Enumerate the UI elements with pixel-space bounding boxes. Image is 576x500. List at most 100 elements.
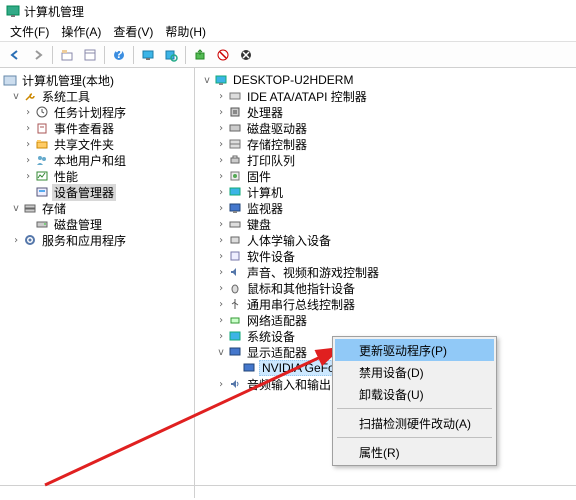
showhide-icon[interactable] (79, 44, 101, 66)
mouse-icon (227, 280, 243, 296)
cm-uninstall-device[interactable]: 卸载设备(U) (335, 383, 494, 405)
menu-help[interactable]: 帮助(H) (159, 21, 212, 42)
tree-services[interactable]: ›服务和应用程序 (2, 232, 192, 248)
tree-root[interactable]: 计算机管理(本地) (2, 72, 192, 88)
computer-icon (213, 72, 229, 88)
cm-update-driver[interactable]: 更新驱动程序(P) (335, 339, 494, 361)
uninstall-icon[interactable] (235, 44, 257, 66)
cm-properties[interactable]: 属性(R) (335, 441, 494, 463)
expand-icon[interactable]: › (215, 283, 227, 294)
sound-icon (227, 264, 243, 280)
tree-event-viewer[interactable]: ›事件查看器 (2, 120, 192, 136)
disabled-icon[interactable] (212, 44, 234, 66)
device-mouse[interactable]: ›鼠标和其他指针设备 (197, 280, 574, 296)
device-mgr-icon (34, 184, 50, 200)
expand-icon[interactable]: › (22, 171, 34, 182)
tree-device-manager[interactable]: 设备管理器 (2, 184, 192, 200)
console-tree[interactable]: 计算机管理(本地) v系统工具 ›任务计划程序 ›事件查看器 ›共享文件夹 ›本… (0, 68, 194, 252)
device-network[interactable]: ›网络适配器 (197, 312, 574, 328)
menu-file[interactable]: 文件(F) (4, 21, 55, 42)
separator (104, 46, 105, 64)
device-host[interactable]: vDESKTOP-U2HDERM (197, 72, 574, 88)
expand-icon[interactable]: › (215, 107, 227, 118)
collapse-icon[interactable]: v (201, 75, 213, 86)
expand-icon[interactable]: › (22, 123, 34, 134)
device-hid[interactable]: ›人体学输入设备 (197, 232, 574, 248)
expand-icon[interactable]: › (215, 171, 227, 182)
keyboard-icon (227, 216, 243, 232)
cpu-icon (227, 104, 243, 120)
expand-icon[interactable]: › (215, 251, 227, 262)
tree-local-users[interactable]: ›本地用户和组 (2, 152, 192, 168)
up-icon[interactable] (56, 44, 78, 66)
device-ide[interactable]: ›IDE ATA/ATAPI 控制器 (197, 88, 574, 104)
app-icon (6, 4, 20, 18)
users-icon (34, 152, 50, 168)
expand-icon[interactable]: › (215, 219, 227, 230)
left-pane: 计算机管理(本地) v系统工具 ›任务计划程序 ›事件查看器 ›共享文件夹 ›本… (0, 68, 195, 498)
device-disk-drives[interactable]: ›磁盘驱动器 (197, 120, 574, 136)
device-storage-ctrl[interactable]: ›存储控制器 (197, 136, 574, 152)
cm-scan-hardware[interactable]: 扫描检测硬件改动(A) (335, 412, 494, 434)
menu-action[interactable]: 操作(A) (55, 21, 107, 42)
tree-disk-mgmt[interactable]: 磁盘管理 (2, 216, 192, 232)
device-usb[interactable]: ›通用串行总线控制器 (197, 296, 574, 312)
menu-view[interactable]: 查看(V) (107, 21, 159, 42)
device-monitor[interactable]: ›监视器 (197, 200, 574, 216)
expand-icon[interactable]: › (215, 91, 227, 102)
expand-icon[interactable]: › (22, 107, 34, 118)
expand-icon[interactable]: › (215, 123, 227, 134)
expand-icon[interactable]: › (215, 235, 227, 246)
help-icon[interactable]: ? (108, 44, 130, 66)
scan-hardware-icon[interactable] (160, 44, 182, 66)
display-adapter-icon (241, 360, 257, 376)
title-bar: 计算机管理 (0, 0, 576, 22)
update-driver-icon[interactable] (189, 44, 211, 66)
device-sound[interactable]: ›声音、视频和游戏控制器 (197, 264, 574, 280)
collapse-icon[interactable]: v (215, 347, 227, 358)
expand-icon[interactable]: › (215, 315, 227, 326)
collapse-icon[interactable]: v (10, 91, 22, 102)
expand-icon[interactable]: › (215, 187, 227, 198)
network-icon (227, 312, 243, 328)
menu-bar: 文件(F) 操作(A) 查看(V) 帮助(H) (0, 22, 576, 42)
monitor-icon[interactable] (137, 44, 159, 66)
printer-icon (227, 152, 243, 168)
collapse-icon[interactable]: v (10, 203, 22, 214)
cm-separator (337, 408, 492, 409)
cm-separator (337, 437, 492, 438)
back-icon[interactable] (4, 44, 26, 66)
device-print-queue[interactable]: ›打印队列 (197, 152, 574, 168)
firmware-icon (227, 168, 243, 184)
tree-performance[interactable]: ›性能 (2, 168, 192, 184)
window-title: 计算机管理 (24, 3, 84, 20)
computer-icon (227, 184, 243, 200)
expand-icon[interactable]: › (215, 299, 227, 310)
device-computer[interactable]: ›计算机 (197, 184, 574, 200)
expand-icon[interactable]: › (215, 155, 227, 166)
toolbar: ? (0, 42, 576, 68)
tree-storage[interactable]: v存储 (2, 200, 192, 216)
expand-icon[interactable]: › (215, 139, 227, 150)
expand-icon[interactable]: › (215, 203, 227, 214)
expand-icon[interactable]: › (10, 235, 22, 246)
display-icon (227, 344, 243, 360)
svg-text:?: ? (115, 48, 122, 61)
cm-disable-device[interactable]: 禁用设备(D) (335, 361, 494, 383)
tree-task-scheduler[interactable]: ›任务计划程序 (2, 104, 192, 120)
tree-systools[interactable]: v系统工具 (2, 88, 192, 104)
expand-icon[interactable]: › (22, 155, 34, 166)
device-keyboard[interactable]: ›键盘 (197, 216, 574, 232)
context-menu: 更新驱动程序(P) 禁用设备(D) 卸载设备(U) 扫描检测硬件改动(A) 属性… (332, 336, 497, 466)
expand-icon[interactable]: › (215, 379, 227, 390)
forward-icon[interactable] (27, 44, 49, 66)
tree-shared-folders[interactable]: ›共享文件夹 (2, 136, 192, 152)
tools-icon (22, 88, 38, 104)
expand-icon[interactable]: › (215, 331, 227, 342)
device-firmware[interactable]: ›固件 (197, 168, 574, 184)
mmc-icon (2, 72, 18, 88)
expand-icon[interactable]: › (22, 139, 34, 150)
device-cpu[interactable]: ›处理器 (197, 104, 574, 120)
device-software[interactable]: ›软件设备 (197, 248, 574, 264)
expand-icon[interactable]: › (215, 267, 227, 278)
